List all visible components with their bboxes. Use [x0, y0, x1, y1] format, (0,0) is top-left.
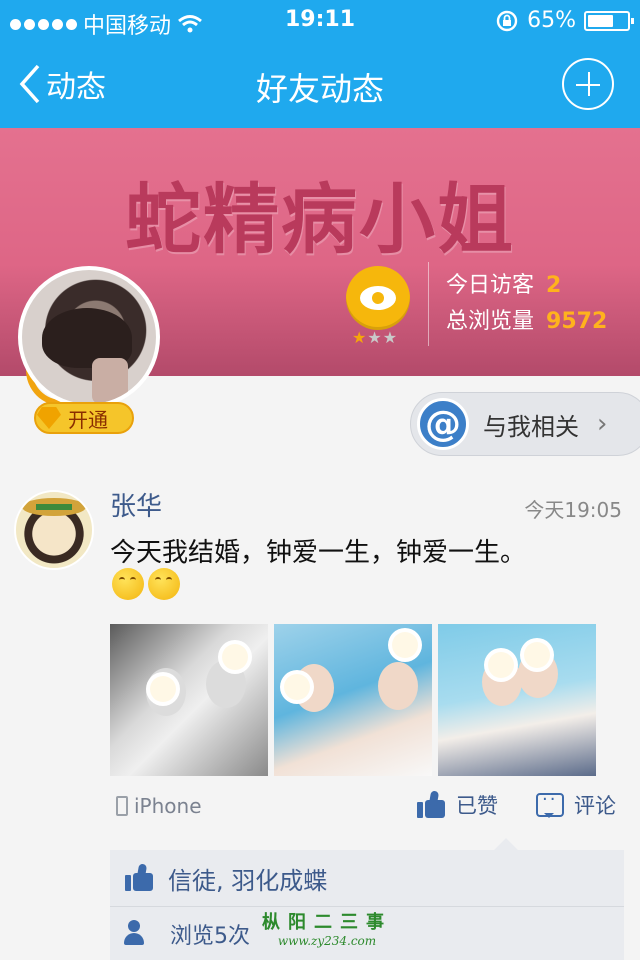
visitors-today-row: 今日访客 2: [446, 268, 607, 304]
star-icon: ★: [367, 328, 383, 347]
watermark-url: www.zy234.com: [277, 934, 377, 948]
chevron-right-icon: ›: [597, 409, 608, 439]
views-count: 浏览5次: [170, 923, 250, 949]
comment-button[interactable]: 评论: [536, 789, 616, 820]
at-icon: @: [417, 398, 469, 450]
post-photo-1[interactable]: [110, 624, 268, 776]
total-views-label: 总浏览量: [446, 309, 535, 334]
about-me-label: 与我相关: [483, 412, 579, 441]
about-me-button[interactable]: @ 与我相关 ›: [410, 392, 640, 456]
visitors-today-count: 2: [546, 273, 562, 298]
total-views-row: 总浏览量 9572: [446, 304, 607, 340]
battery-icon: [584, 10, 634, 31]
battery-percent: 65%: [527, 8, 576, 33]
total-views-count: 9572: [546, 309, 608, 334]
post-username[interactable]: 张华: [110, 486, 162, 523]
avatar-image: [22, 270, 156, 404]
vip-open-button[interactable]: 开通: [34, 402, 134, 434]
post-text: 今天我结婚，钟爱一生，钟爱一生。: [110, 538, 527, 568]
plus-icon[interactable]: [562, 58, 614, 110]
site-watermark: 枞阳二三事 www.zy234.com: [252, 908, 402, 948]
visitor-stats[interactable]: 今日访客 2 总浏览量 9572: [446, 268, 607, 340]
viewers-icon: [124, 919, 156, 948]
phone-icon: [116, 796, 128, 816]
comment-label: 评论: [574, 794, 616, 818]
smile-emoji-icon: [112, 568, 144, 600]
cover-title: 蛇精病小姐: [125, 175, 515, 264]
star-icon: ★: [382, 328, 399, 347]
diamond-icon: [34, 403, 64, 433]
visitors-today-label: 今日访客: [446, 273, 535, 298]
device-source: iPhone: [116, 794, 202, 818]
thumbs-up-icon: [416, 790, 446, 820]
rotation-lock-icon: [496, 10, 518, 31]
like-label: 已赞: [456, 794, 498, 818]
page-title: 好友动态: [255, 70, 384, 108]
eye-icon[interactable]: [346, 266, 410, 330]
likers-row[interactable]: 信徒, 羽化成蝶: [110, 850, 624, 906]
status-bar: 中国移动 19:11 65%: [0, 0, 640, 40]
stats-divider: [428, 262, 429, 346]
post-photo-2[interactable]: [274, 624, 432, 776]
likers-list[interactable]: 信徒, 羽化成蝶: [168, 861, 327, 896]
comment-icon: [536, 789, 564, 818]
watermark-text: 枞阳二三事: [262, 912, 392, 933]
post-timestamp: 今天19:05: [524, 498, 622, 522]
post-avatar[interactable]: [14, 490, 94, 570]
post-emojis: [112, 568, 180, 600]
level-stars: ★★★: [352, 328, 398, 347]
smile-emoji-icon: [148, 568, 180, 600]
thumbs-up-icon: [124, 863, 154, 893]
status-right: 65%: [495, 8, 634, 33]
vip-label: 开通: [68, 407, 108, 432]
post-photo-3[interactable]: [438, 624, 596, 776]
navigation-bar: 动态 好友动态: [0, 40, 640, 128]
profile-avatar[interactable]: [18, 266, 160, 408]
device-label: iPhone: [134, 794, 202, 818]
star-icon: ★: [352, 328, 368, 347]
like-button[interactable]: 已赞: [416, 790, 498, 820]
